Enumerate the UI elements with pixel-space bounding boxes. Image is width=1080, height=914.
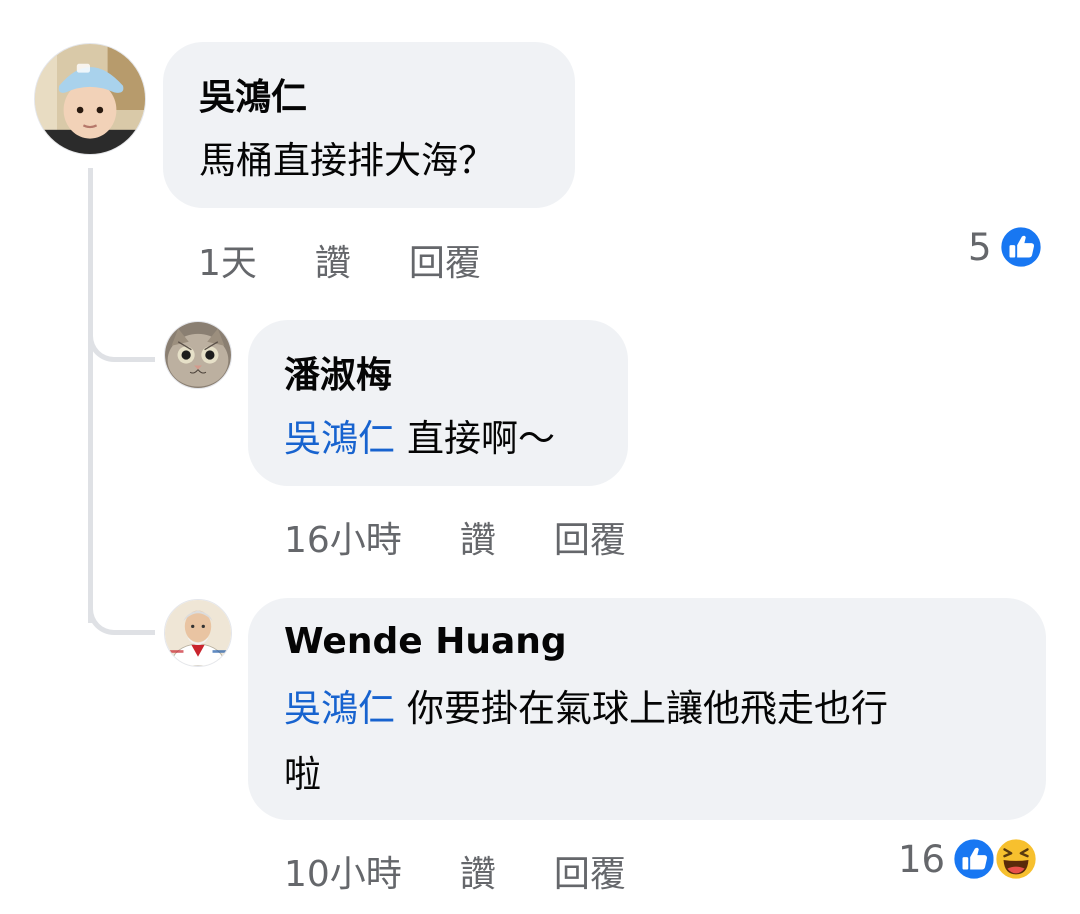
- comment-bubble: 潘淑梅 吳鴻仁 直接啊～: [248, 320, 628, 486]
- comment-timestamp[interactable]: 1天: [198, 234, 257, 286]
- mention-link[interactable]: 吳鴻仁: [284, 417, 395, 460]
- comment-thread: 吳鴻仁 馬桶直接排大海？ 1天 讚 回覆 5 潘淑梅 吳鴻仁 直接啊～ 16小時…: [0, 0, 1080, 914]
- avatar[interactable]: [164, 321, 232, 389]
- reply-button[interactable]: 回覆: [554, 845, 626, 897]
- comment-body: 你要掛在氣球上讓他飛走也行: [407, 687, 888, 730]
- thread-branch: [88, 327, 155, 362]
- comment-timestamp[interactable]: 10小時: [284, 845, 402, 897]
- reaction-count: 5: [968, 225, 992, 269]
- comment-body: 直接啊～: [407, 417, 555, 460]
- comment-bubble: 吳鴻仁 馬桶直接排大海？: [163, 42, 575, 208]
- comment-author[interactable]: 潘淑梅: [284, 354, 592, 398]
- reaction-count: 16: [898, 837, 946, 881]
- avatar[interactable]: [164, 599, 232, 667]
- comment-author[interactable]: 吳鴻仁: [199, 76, 539, 120]
- reply-button[interactable]: 回覆: [409, 234, 481, 286]
- cartoon-doctor-avatar: [165, 600, 231, 666]
- comment-author[interactable]: Wende Huang: [284, 620, 1010, 664]
- comment-timestamp[interactable]: 16小時: [284, 511, 402, 563]
- like-icon: [951, 836, 997, 882]
- child-photo-avatar: [35, 44, 145, 154]
- haha-icon: [993, 836, 1039, 882]
- comment-text: 吳鴻仁 直接啊～: [284, 408, 592, 470]
- avatar[interactable]: [34, 43, 146, 155]
- like-icon: [998, 224, 1044, 270]
- comment-actions: 16小時 讚 回覆: [284, 512, 626, 562]
- mention-link[interactable]: 吳鴻仁: [284, 687, 395, 730]
- comment-text: 馬桶直接排大海？: [199, 139, 495, 182]
- thread-line: [88, 168, 93, 623]
- comment-bubble: Wende Huang 吳鴻仁 你要掛在氣球上讓他飛走也行啦: [248, 598, 1046, 820]
- comment-actions: 1天 讚 回覆: [198, 235, 481, 285]
- thread-branch: [88, 600, 155, 635]
- comment-actions: 10小時 讚 回覆: [284, 846, 626, 896]
- comment-text: 吳鴻仁 你要掛在氣球上讓他飛走也行啦: [284, 676, 1010, 808]
- like-button[interactable]: 讚: [460, 511, 496, 563]
- cat-photo-avatar: [165, 322, 231, 388]
- reaction-summary[interactable]: 5: [968, 221, 1044, 273]
- like-button[interactable]: 讚: [315, 234, 351, 286]
- like-button[interactable]: 讚: [460, 845, 496, 897]
- reply-button[interactable]: 回覆: [554, 511, 626, 563]
- reaction-summary[interactable]: 16: [898, 833, 1039, 885]
- comment-body-continued: 啦: [284, 753, 321, 796]
